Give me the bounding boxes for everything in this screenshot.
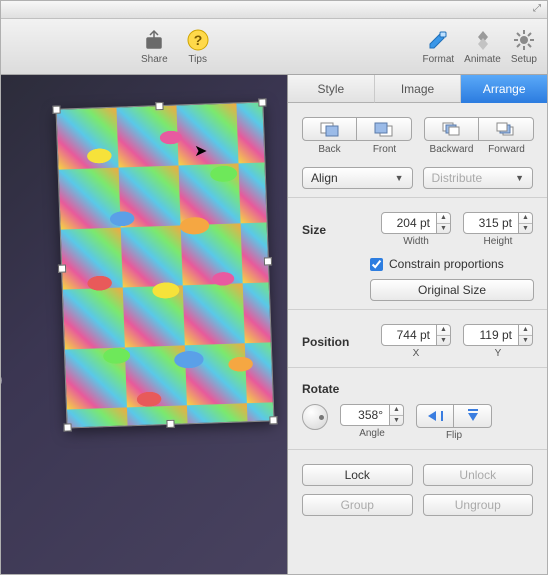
backward-label: Backward: [424, 144, 479, 155]
background-text: e: [1, 316, 4, 454]
main-area: e ➤ Style Image Arrange: [1, 75, 547, 574]
inspector: Style Image Arrange: [288, 75, 547, 574]
y-field[interactable]: [463, 324, 519, 346]
chevron-down-icon: ▼: [395, 173, 404, 183]
rotation-dial[interactable]: [302, 404, 328, 430]
lock-group-panel: Lock Unlock Group Ungroup: [288, 450, 547, 532]
resize-handle-tr[interactable]: [258, 98, 266, 106]
tab-style[interactable]: Style: [288, 75, 375, 103]
setup-label: Setup: [511, 54, 537, 65]
lock-button[interactable]: Lock: [302, 464, 413, 486]
back-label: Back: [302, 144, 357, 155]
unlock-button: Unlock: [423, 464, 534, 486]
svg-text:?: ?: [193, 32, 202, 48]
toolbar: Share ? Tips Format Animate Setup: [1, 19, 547, 75]
width-caption: Width: [403, 236, 429, 247]
position-label: Position: [302, 335, 362, 349]
selected-image[interactable]: [55, 101, 274, 428]
resize-handle-bl[interactable]: [63, 423, 71, 431]
resize-handle-l[interactable]: [58, 264, 66, 272]
bring-to-front-button[interactable]: [357, 117, 412, 141]
height-stepper[interactable]: ▲▼: [519, 212, 533, 234]
tips-icon: ?: [186, 28, 210, 52]
order-panel: Back Front Backward Forward Align ▼ Dist…: [288, 103, 547, 198]
animate-button[interactable]: Animate: [464, 28, 501, 65]
flip-vertical-button[interactable]: [454, 404, 492, 428]
angle-field[interactable]: [340, 404, 390, 426]
align-dropdown[interactable]: Align ▼: [302, 167, 413, 189]
rotate-panel: Rotate ▲▼ Angle: [288, 368, 547, 450]
layer-back-icon: [319, 121, 341, 137]
group-button: Group: [302, 494, 413, 516]
resize-handle-b[interactable]: [166, 420, 174, 428]
expand-icon[interactable]: ⤢: [533, 3, 541, 14]
height-caption: Height: [484, 236, 513, 247]
front-label: Front: [357, 144, 412, 155]
animate-label: Animate: [464, 54, 501, 65]
original-size-button[interactable]: Original Size: [370, 279, 534, 301]
distribute-label: Distribute: [432, 171, 483, 185]
format-button[interactable]: Format: [423, 28, 455, 65]
size-label: Size: [302, 223, 362, 237]
align-label: Align: [311, 171, 338, 185]
resize-handle-br[interactable]: [269, 416, 277, 424]
share-button[interactable]: Share: [141, 28, 168, 65]
format-label: Format: [423, 54, 455, 65]
resize-handle-r[interactable]: [264, 257, 272, 265]
flip-horizontal-button[interactable]: [416, 404, 454, 428]
x-field[interactable]: [381, 324, 437, 346]
position-panel: Position ▲▼ X ▲▼: [288, 310, 547, 368]
layer-front-icon: [373, 121, 395, 137]
height-field[interactable]: [463, 212, 519, 234]
constrain-checkbox-input[interactable]: [370, 258, 383, 271]
tab-arrange[interactable]: Arrange: [461, 75, 547, 103]
x-caption: X: [413, 348, 420, 359]
chevron-down-icon: ▼: [515, 173, 524, 183]
inspector-tabs: Style Image Arrange: [288, 75, 547, 103]
y-stepper[interactable]: ▲▼: [519, 324, 533, 346]
setup-button[interactable]: Setup: [511, 28, 537, 65]
width-field[interactable]: [381, 212, 437, 234]
flip-caption: Flip: [446, 430, 462, 441]
share-icon: [142, 28, 166, 52]
format-icon: [426, 28, 450, 52]
rotate-label: Rotate: [302, 382, 362, 396]
distribute-dropdown: Distribute ▼: [423, 167, 534, 189]
tips-button[interactable]: ? Tips: [186, 28, 210, 65]
titlebar: ⤢: [1, 1, 547, 19]
constrain-label: Constrain proportions: [389, 257, 504, 271]
animate-icon: [471, 28, 495, 52]
size-panel: Size ▲▼ Width ▲▼: [288, 198, 547, 310]
ungroup-button: Ungroup: [423, 494, 534, 516]
flip-horizontal-icon: [426, 409, 444, 423]
resize-handle-tl[interactable]: [52, 106, 60, 114]
resize-handle-t[interactable]: [155, 102, 163, 110]
send-backward-button[interactable]: [424, 117, 479, 141]
bring-forward-button[interactable]: [479, 117, 534, 141]
constrain-proportions-checkbox[interactable]: Constrain proportions: [370, 257, 533, 271]
angle-caption: Angle: [359, 428, 385, 439]
share-label: Share: [141, 54, 168, 65]
tab-image[interactable]: Image: [375, 75, 462, 103]
send-to-back-button[interactable]: [302, 117, 357, 141]
width-stepper[interactable]: ▲▼: [437, 212, 451, 234]
app-window: ⤢ Share ? Tips Format Animate: [0, 0, 548, 575]
layer-forward-icon: [495, 121, 517, 137]
setup-icon: [512, 28, 536, 52]
flip-vertical-icon: [464, 409, 482, 423]
x-stepper[interactable]: ▲▼: [437, 324, 451, 346]
angle-stepper[interactable]: ▲▼: [390, 404, 404, 426]
canvas[interactable]: e ➤: [1, 75, 288, 574]
tips-label: Tips: [188, 54, 207, 65]
layer-backward-icon: [441, 121, 463, 137]
y-caption: Y: [495, 348, 502, 359]
forward-label: Forward: [479, 144, 534, 155]
